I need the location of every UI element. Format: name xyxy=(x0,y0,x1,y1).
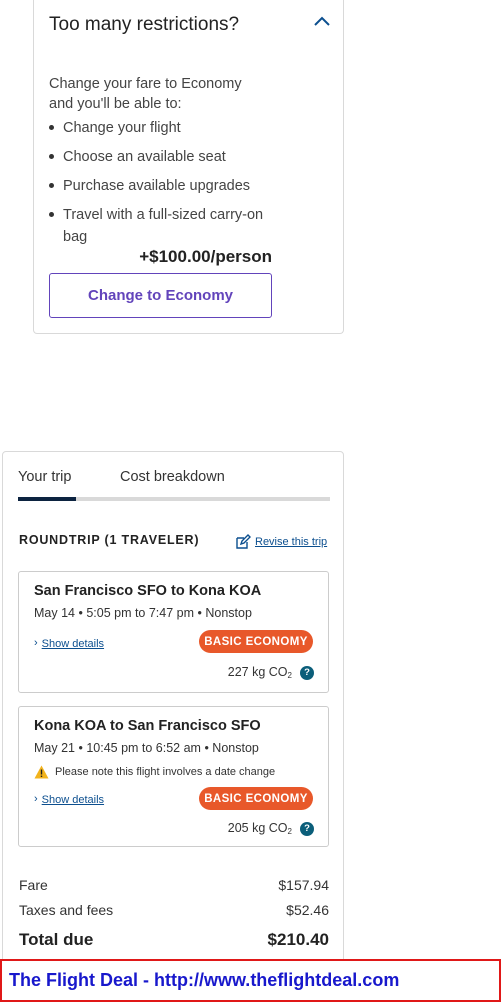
change-to-economy-button[interactable]: Change to Economy xyxy=(49,273,272,318)
segment-route: Kona KOA to San Francisco SFO xyxy=(34,718,261,734)
chevron-up-icon[interactable] xyxy=(311,13,333,29)
date-change-warning: Please note this flight involves a date … xyxy=(34,764,275,780)
taxes-label: Taxes and fees xyxy=(19,902,114,918)
upsell-price: +$100.00/person xyxy=(139,247,272,266)
fare-upsell-card: Too many restrictions? Change your fare … xyxy=(33,0,344,334)
benefits-list: Change your flight Choose an available s… xyxy=(49,117,289,255)
revise-trip-link[interactable]: Revise this trip xyxy=(235,533,327,550)
taxes-row: Taxes and fees $52.46 xyxy=(19,902,329,918)
tab-bar: Your trip Cost breakdown xyxy=(18,469,330,501)
edit-icon xyxy=(236,533,251,549)
bullet-icon xyxy=(49,183,54,188)
total-row: Total due $210.40 xyxy=(19,930,329,950)
segment-route: San Francisco SFO to Kona KOA xyxy=(34,583,262,599)
fare-value: $157.94 xyxy=(278,877,329,893)
flight-segment-card: Kona KOA to San Francisco SFO May 21 • 1… xyxy=(18,706,329,847)
benefit-item: Change your flight xyxy=(49,117,289,139)
fare-label: Fare xyxy=(19,877,48,893)
benefit-item: Travel with a full-sized carry-on bag xyxy=(49,204,289,248)
upsell-title: Too many restrictions? xyxy=(49,14,240,35)
total-label: Total due xyxy=(19,930,94,949)
benefit-item: Choose an available seat xyxy=(49,146,289,168)
bullet-icon xyxy=(49,125,54,130)
flight-segment-card: San Francisco SFO to Kona KOA May 14 • 5… xyxy=(18,571,329,693)
show-details-label[interactable]: Show details xyxy=(42,638,104,650)
fare-row: Fare $157.94 xyxy=(19,877,329,893)
help-icon[interactable]: ? xyxy=(300,665,314,680)
taxes-value: $52.46 xyxy=(286,902,329,918)
segment-time: May 21 • 10:45 pm to 6:52 am • Nonstop xyxy=(34,741,259,755)
show-details-link[interactable]: › Show details xyxy=(34,635,104,651)
fare-class-badge: BASIC ECONOMY xyxy=(199,630,313,653)
fare-class-badge: BASIC ECONOMY xyxy=(199,787,313,810)
segment-time: May 14 • 5:05 pm to 7:47 pm • Nonstop xyxy=(34,606,252,620)
tab-active-indicator xyxy=(18,497,76,501)
upsell-subtitle: Change your fare to Economy and you'll b… xyxy=(49,76,242,112)
warning-icon xyxy=(34,765,49,779)
trip-summary-panel: Your trip Cost breakdown ROUNDTRIP (1 TR… xyxy=(2,451,344,971)
revise-trip-label[interactable]: Revise this trip xyxy=(255,536,327,548)
tab-your-trip[interactable]: Your trip xyxy=(18,469,71,485)
co2-value: 205 kg CO2 xyxy=(227,821,292,836)
banner-text: The Flight Deal - http://www.theflightde… xyxy=(9,970,400,990)
co2-emissions: 205 kg CO2 ? xyxy=(228,821,314,836)
benefit-item: Purchase available upgrades xyxy=(49,175,289,197)
watermark-banner: The Flight Deal - http://www.theflightde… xyxy=(0,959,501,1002)
tab-cost-breakdown[interactable]: Cost breakdown xyxy=(120,469,225,485)
roundtrip-label: ROUNDTRIP (1 TRAVELER) xyxy=(19,533,200,547)
bullet-icon xyxy=(49,212,54,217)
warning-text: Please note this flight involves a date … xyxy=(55,766,276,778)
co2-emissions: 227 kg CO2 ? xyxy=(228,665,314,680)
show-details-link[interactable]: › Show details xyxy=(34,791,104,807)
help-icon[interactable]: ? xyxy=(300,821,314,836)
chevron-right-icon: › xyxy=(34,792,38,805)
chevron-right-icon: › xyxy=(34,636,38,649)
bullet-icon xyxy=(49,154,54,159)
co2-value: 227 kg CO2 xyxy=(227,665,292,680)
show-details-label[interactable]: Show details xyxy=(42,794,104,806)
total-value: $210.40 xyxy=(267,930,329,949)
